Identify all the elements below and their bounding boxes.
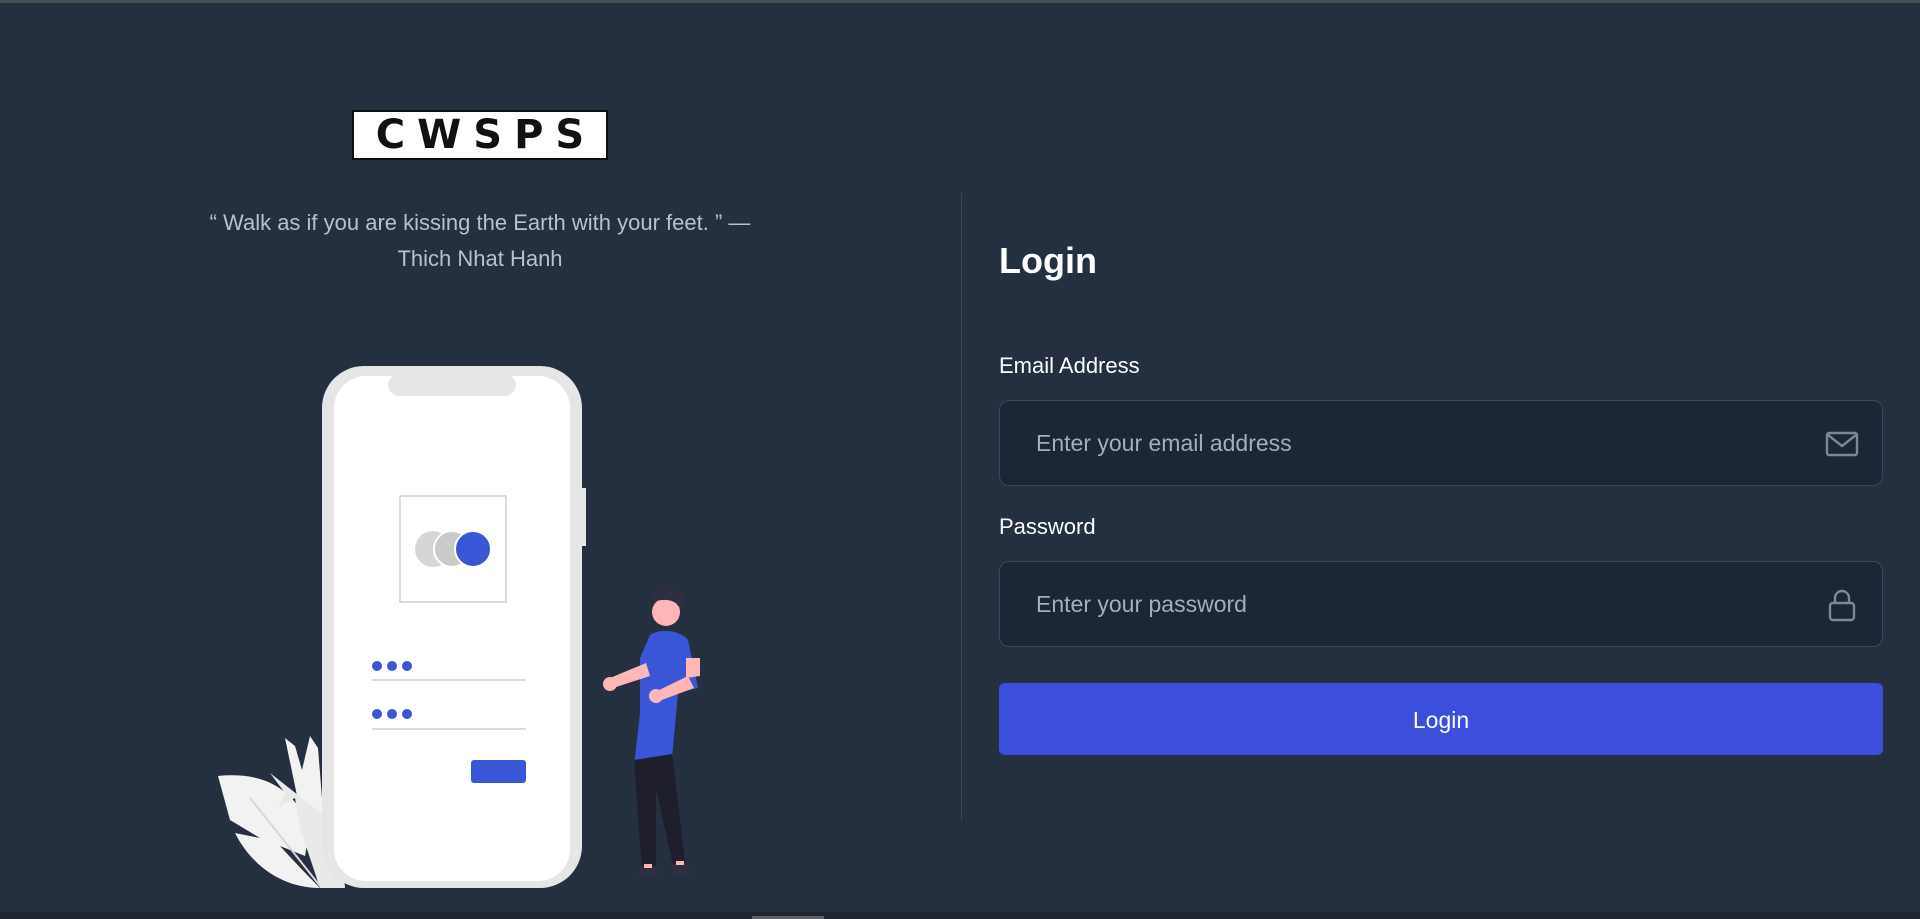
lock-icon xyxy=(1828,589,1856,622)
quote-text: “ Walk as if you are kissing the Earth w… xyxy=(209,210,751,235)
person-illustration xyxy=(603,583,700,878)
vertical-divider xyxy=(961,193,962,821)
quote-author: Thich Nhat Hanh xyxy=(397,246,563,271)
login-illustration xyxy=(218,366,700,888)
email-input[interactable] xyxy=(1000,401,1800,485)
login-button[interactable]: Login xyxy=(999,683,1883,755)
phone-illustration xyxy=(322,366,586,888)
login-title: Login xyxy=(999,240,1097,281)
password-label: Password xyxy=(999,514,1096,539)
quote: “ Walk as if you are kissing the Earth w… xyxy=(150,205,810,277)
brand-logo-text: CWSPS xyxy=(375,112,597,158)
email-label: Email Address xyxy=(999,353,1140,378)
mail-icon xyxy=(1825,431,1859,457)
bottom-bar xyxy=(0,912,1920,919)
email-field xyxy=(999,400,1883,486)
brand-logo: CWSPS xyxy=(352,110,608,160)
password-field xyxy=(999,561,1883,647)
login-page: CWSPS “ Walk as if you are kissing the E… xyxy=(0,0,1920,912)
password-input[interactable] xyxy=(1000,562,1800,646)
